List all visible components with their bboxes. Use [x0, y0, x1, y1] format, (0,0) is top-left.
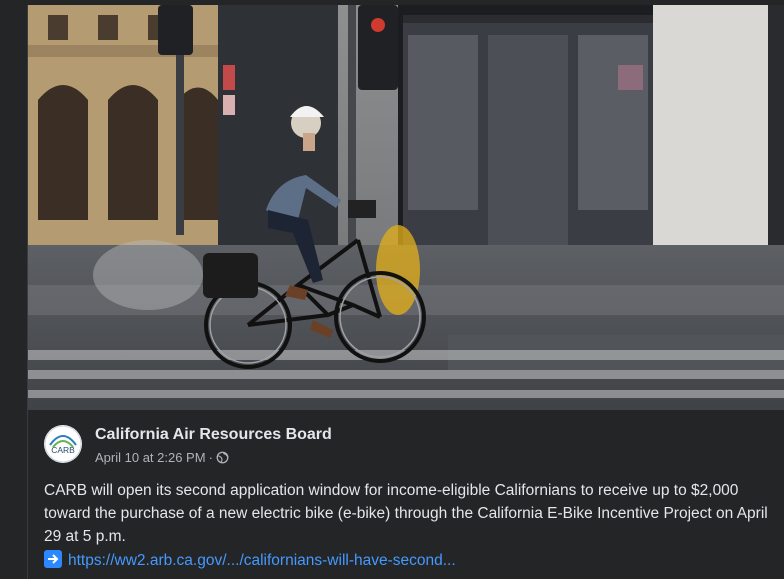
page-name-link[interactable]: California Air Resources Board [95, 426, 332, 444]
post-timestamp[interactable]: April 10 at 2:26 PM [95, 450, 206, 465]
post-photo[interactable] [28, 5, 784, 410]
meta-separator: · [208, 450, 213, 465]
carb-logo: CARB [44, 425, 82, 463]
post-body-text: CARB will open its second application wi… [44, 482, 768, 545]
post-meta: April 10 at 2:26 PM · [95, 450, 229, 465]
page-avatar[interactable]: CARB [44, 425, 82, 463]
globe-icon[interactable] [216, 451, 229, 464]
arrow-right-icon [44, 550, 62, 568]
post-card: CARB California Air Resources Board Apri… [27, 5, 784, 579]
svg-text:CARB: CARB [51, 445, 75, 455]
post-header: CARB California Air Resources Board Apri… [44, 425, 744, 469]
post-link-row: https://ww2.arb.ca.gov/.../californians-… [44, 549, 456, 572]
cyclist-photo [28, 5, 784, 410]
article-link[interactable]: https://ww2.arb.ca.gov/.../californians-… [68, 552, 456, 569]
